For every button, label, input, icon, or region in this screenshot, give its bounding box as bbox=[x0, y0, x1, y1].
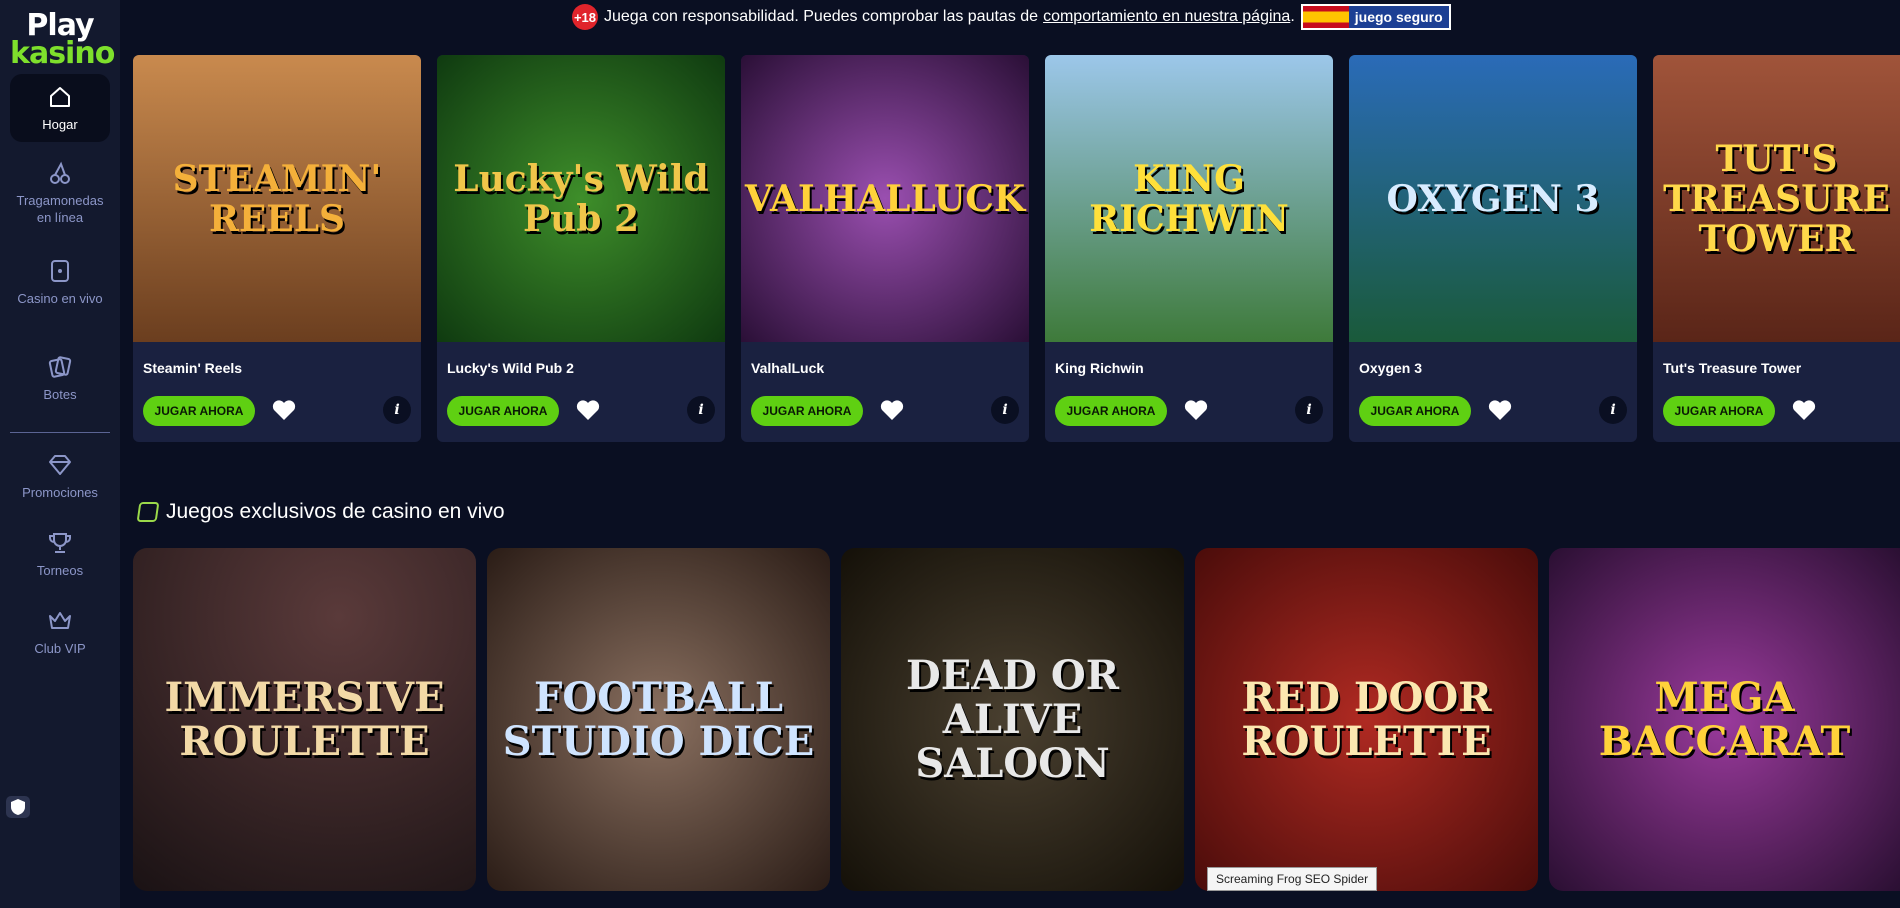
live-game-tile[interactable]: RED DOOR ROULETTE bbox=[1195, 548, 1538, 891]
live-game-tile[interactable]: MEGA BACCARAT bbox=[1549, 548, 1900, 891]
notice-period: . bbox=[1290, 8, 1295, 25]
game-thumbnail[interactable]: TUT'S TREASURE TOWER bbox=[1653, 55, 1900, 342]
spain-flag-icon bbox=[1302, 6, 1349, 28]
game-art-title: TUT'S TREASURE TOWER bbox=[1663, 137, 1890, 260]
game-card[interactable]: TUT'S TREASURE TOWER Tut's Treasure Towe… bbox=[1653, 55, 1900, 442]
card-icon bbox=[51, 260, 69, 282]
age-badge: +18 bbox=[572, 4, 598, 30]
heart-icon[interactable] bbox=[271, 398, 297, 422]
game-name: King Richwin bbox=[1055, 360, 1144, 376]
game-art-title: Lucky's Wild Pub 2 bbox=[453, 157, 709, 240]
sidebar-item-label: Casino en vivo bbox=[17, 291, 103, 306]
info-button[interactable]: i bbox=[1599, 396, 1627, 424]
play-now-button[interactable]: JUGAR AHORA bbox=[1663, 396, 1775, 426]
play-now-button[interactable]: JUGAR AHORA bbox=[1055, 396, 1167, 426]
notice-link[interactable]: comportamiento en nuestra página bbox=[1043, 8, 1290, 26]
sidebar-item-label: Torneos bbox=[36, 563, 84, 578]
sidebar-item-club-vip[interactable]: Club VIP bbox=[10, 608, 110, 657]
logo-line2: kasino bbox=[10, 36, 115, 71]
sidebar-item-promociones[interactable]: Promociones bbox=[10, 452, 110, 501]
cards-stack-icon bbox=[48, 356, 72, 378]
juego-seguro-seal[interactable]: juego seguro bbox=[1300, 4, 1451, 30]
live-game-tile[interactable]: FOOTBALL STUDIO DICE bbox=[487, 548, 830, 891]
sidebar-item-label: Tragamonedas en línea bbox=[16, 193, 104, 225]
sidebar-item-hogar[interactable]: Hogar bbox=[10, 74, 110, 142]
game-thumbnail[interactable]: VALHALLUCK bbox=[741, 55, 1029, 342]
game-art-title: STEAMIN' REELS bbox=[172, 157, 382, 240]
sidebar-divider bbox=[10, 432, 110, 433]
sidebar-item-label: Promociones bbox=[22, 485, 98, 500]
game-art-title: KING RICHWIN bbox=[1089, 157, 1289, 240]
play-now-button[interactable]: JUGAR AHORA bbox=[447, 396, 559, 426]
sidebar-item-tragamonedas[interactable]: Tragamonedas en línea bbox=[10, 160, 110, 226]
game-card[interactable]: KING RICHWIN King Richwin JUGAR AHORA i bbox=[1045, 55, 1333, 442]
section-title: Juegos exclusivos de casino en vivo bbox=[166, 500, 505, 523]
live-game-art-title: MEGA BACCARAT bbox=[1598, 673, 1851, 765]
live-game-art-title: IMMERSIVE ROULETTE bbox=[164, 673, 445, 765]
heart-icon[interactable] bbox=[1183, 398, 1209, 422]
game-card[interactable]: VALHALLUCK ValhalLuck JUGAR AHORA i bbox=[741, 55, 1029, 442]
cherries-icon bbox=[50, 161, 70, 184]
play-now-button[interactable]: JUGAR AHORA bbox=[1359, 396, 1471, 426]
info-button[interactable]: i bbox=[1295, 396, 1323, 424]
game-card[interactable]: Lucky's Wild Pub 2 Lucky's Wild Pub 2 JU… bbox=[437, 55, 725, 442]
live-game-tile[interactable]: DEAD OR ALIVE SALOON bbox=[841, 548, 1184, 891]
tooltip: Screaming Frog SEO Spider bbox=[1207, 867, 1378, 891]
seal-text: juego seguro bbox=[1348, 6, 1449, 28]
heart-icon[interactable] bbox=[575, 398, 601, 422]
game-name: Steamin' Reels bbox=[143, 360, 243, 376]
sidebar: Play kasino Hogar Tragamonedas en línea … bbox=[0, 0, 120, 908]
diamond-icon bbox=[49, 455, 71, 475]
game-art-title: VALHALLUCK bbox=[744, 177, 1026, 220]
game-name: Oxygen 3 bbox=[1359, 360, 1423, 376]
home-icon bbox=[50, 87, 70, 107]
game-card[interactable]: OXYGEN 3 Oxygen 3 JUGAR AHORA i bbox=[1349, 55, 1637, 442]
info-button[interactable]: i bbox=[383, 396, 411, 424]
logo[interactable]: Play kasino bbox=[10, 11, 115, 71]
notice-text: Juega con responsabilidad. Puedes compro… bbox=[604, 8, 1039, 25]
game-card[interactable]: STEAMIN' REELS Steamin' Reels JUGAR AHOR… bbox=[133, 55, 421, 442]
crown-icon bbox=[49, 612, 71, 629]
game-thumbnail[interactable]: Lucky's Wild Pub 2 bbox=[437, 55, 725, 342]
heart-icon[interactable] bbox=[1791, 398, 1817, 422]
trophy-icon bbox=[49, 533, 71, 553]
game-thumbnail[interactable]: OXYGEN 3 bbox=[1349, 55, 1637, 342]
shield-icon[interactable] bbox=[6, 796, 30, 818]
responsible-gaming-notice: +18 Juega con responsabilidad. Puedes co… bbox=[572, 4, 1451, 30]
game-name: ValhalLuck bbox=[751, 360, 825, 376]
info-button[interactable]: i bbox=[991, 396, 1019, 424]
section-heading: Juegos exclusivos de casino en vivo bbox=[136, 500, 505, 524]
heart-icon[interactable] bbox=[879, 398, 905, 422]
info-button[interactable]: i bbox=[687, 396, 715, 424]
live-game-art-title: FOOTBALL STUDIO DICE bbox=[502, 673, 815, 765]
game-name: Tut's Treasure Tower bbox=[1663, 360, 1802, 376]
game-art-title: OXYGEN 3 bbox=[1386, 177, 1600, 220]
live-game-art-title: RED DOOR ROULETTE bbox=[1241, 673, 1492, 765]
sidebar-item-botes[interactable]: Botes bbox=[10, 354, 110, 403]
game-name: Lucky's Wild Pub 2 bbox=[447, 360, 574, 376]
live-game-art-title: DEAD OR ALIVE SALOON bbox=[906, 651, 1119, 787]
live-game-tile[interactable]: IMMERSIVE ROULETTE bbox=[133, 548, 476, 891]
play-now-button[interactable]: JUGAR AHORA bbox=[751, 396, 863, 426]
sidebar-item-label: Club VIP bbox=[34, 641, 86, 656]
sidebar-item-label: Botes bbox=[43, 387, 77, 402]
game-thumbnail[interactable]: KING RICHWIN bbox=[1045, 55, 1333, 342]
sidebar-item-casino-en-vivo[interactable]: Casino en vivo bbox=[10, 258, 110, 307]
game-thumbnail[interactable]: STEAMIN' REELS bbox=[133, 55, 421, 342]
live-casino-icon bbox=[136, 502, 160, 522]
heart-icon[interactable] bbox=[1487, 398, 1513, 422]
sidebar-item-label: Hogar bbox=[42, 117, 78, 132]
sidebar-item-torneos[interactable]: Torneos bbox=[10, 530, 110, 579]
play-now-button[interactable]: JUGAR AHORA bbox=[143, 396, 255, 426]
